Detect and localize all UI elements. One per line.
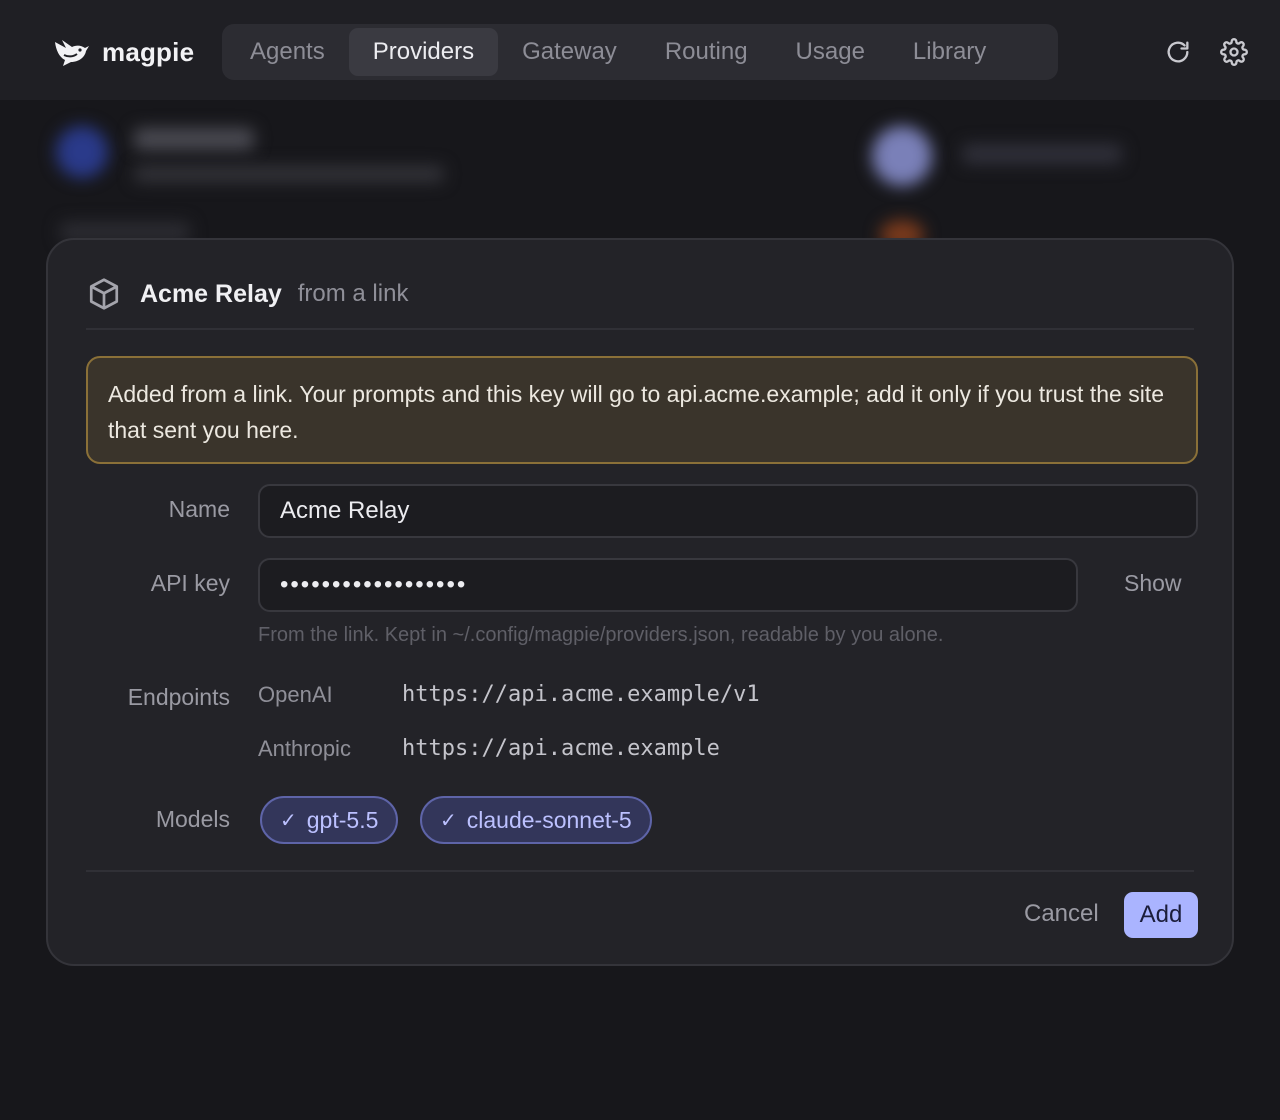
add-provider-dialog: Acme Relay from a link Added from a link… xyxy=(46,238,1234,966)
cube-icon xyxy=(89,278,119,310)
api-key-field[interactable]: •••••••••••••••••• xyxy=(258,558,1078,612)
endpoint-url-openai: https://api.acme.example/v1 xyxy=(402,682,760,707)
model-chip-label: gpt-5.5 xyxy=(306,806,379,833)
model-chip-gpt[interactable]: ✓ gpt-5.5 xyxy=(260,796,399,844)
blurred-text xyxy=(962,144,1122,164)
blurred-text xyxy=(134,166,444,182)
nav-tabs: Agents Providers Gateway Routing Usage L… xyxy=(222,24,1058,80)
gear-icon xyxy=(1220,38,1248,66)
tab-agents[interactable]: Agents xyxy=(226,28,349,76)
settings-button[interactable] xyxy=(1218,36,1250,68)
cancel-button[interactable]: Cancel xyxy=(1024,900,1099,928)
dialog-title: Acme Relay xyxy=(140,279,282,308)
tab-routing[interactable]: Routing xyxy=(641,28,772,76)
add-button[interactable]: Add xyxy=(1124,892,1198,938)
api-key-masked-value: •••••••••••••••••• xyxy=(280,571,468,598)
tab-gateway[interactable]: Gateway xyxy=(498,28,641,76)
tab-library[interactable]: Library xyxy=(889,28,1010,76)
footer-divider xyxy=(86,870,1194,872)
show-key-button[interactable]: Show xyxy=(1124,570,1182,597)
blurred-avatar xyxy=(56,126,108,178)
api-key-label: API key xyxy=(150,570,230,596)
tab-usage[interactable]: Usage xyxy=(772,28,889,76)
model-chip-claude[interactable]: ✓ claude-sonnet-5 xyxy=(420,796,652,844)
refresh-icon xyxy=(1167,41,1189,63)
name-input[interactable] xyxy=(280,497,1176,525)
name-label: Name xyxy=(168,496,230,522)
header-divider xyxy=(86,328,1194,330)
check-icon: ✓ xyxy=(440,809,457,832)
brand[interactable]: magpie xyxy=(52,36,194,68)
check-icon: ✓ xyxy=(280,809,297,832)
tab-providers[interactable]: Providers xyxy=(348,28,499,76)
models-label: Models xyxy=(155,806,230,832)
refresh-button[interactable] xyxy=(1162,36,1194,68)
trust-warning-banner: Added from a link. Your prompts and this… xyxy=(86,356,1198,464)
top-bar: magpie Agents Providers Gateway Routing … xyxy=(0,0,1280,100)
endpoints-label: Endpoints xyxy=(127,684,230,710)
api-key-hint: From the link. Kept in ~/.config/magpie/… xyxy=(258,624,944,646)
name-field-box xyxy=(258,484,1198,538)
app-name: magpie xyxy=(102,36,195,67)
blurred-text xyxy=(134,128,254,150)
model-chip-label: claude-sonnet-5 xyxy=(466,806,632,833)
dialog-header: Acme Relay from a link xyxy=(86,274,1194,314)
blurred-avatar xyxy=(872,126,932,186)
endpoint-url-anthropic: https://api.acme.example xyxy=(402,736,720,761)
endpoint-name-anthropic: Anthropic xyxy=(258,736,351,761)
dialog-subtitle: from a link xyxy=(297,280,409,307)
endpoint-name-openai: OpenAI xyxy=(258,682,333,707)
magpie-logo-icon xyxy=(55,40,89,66)
